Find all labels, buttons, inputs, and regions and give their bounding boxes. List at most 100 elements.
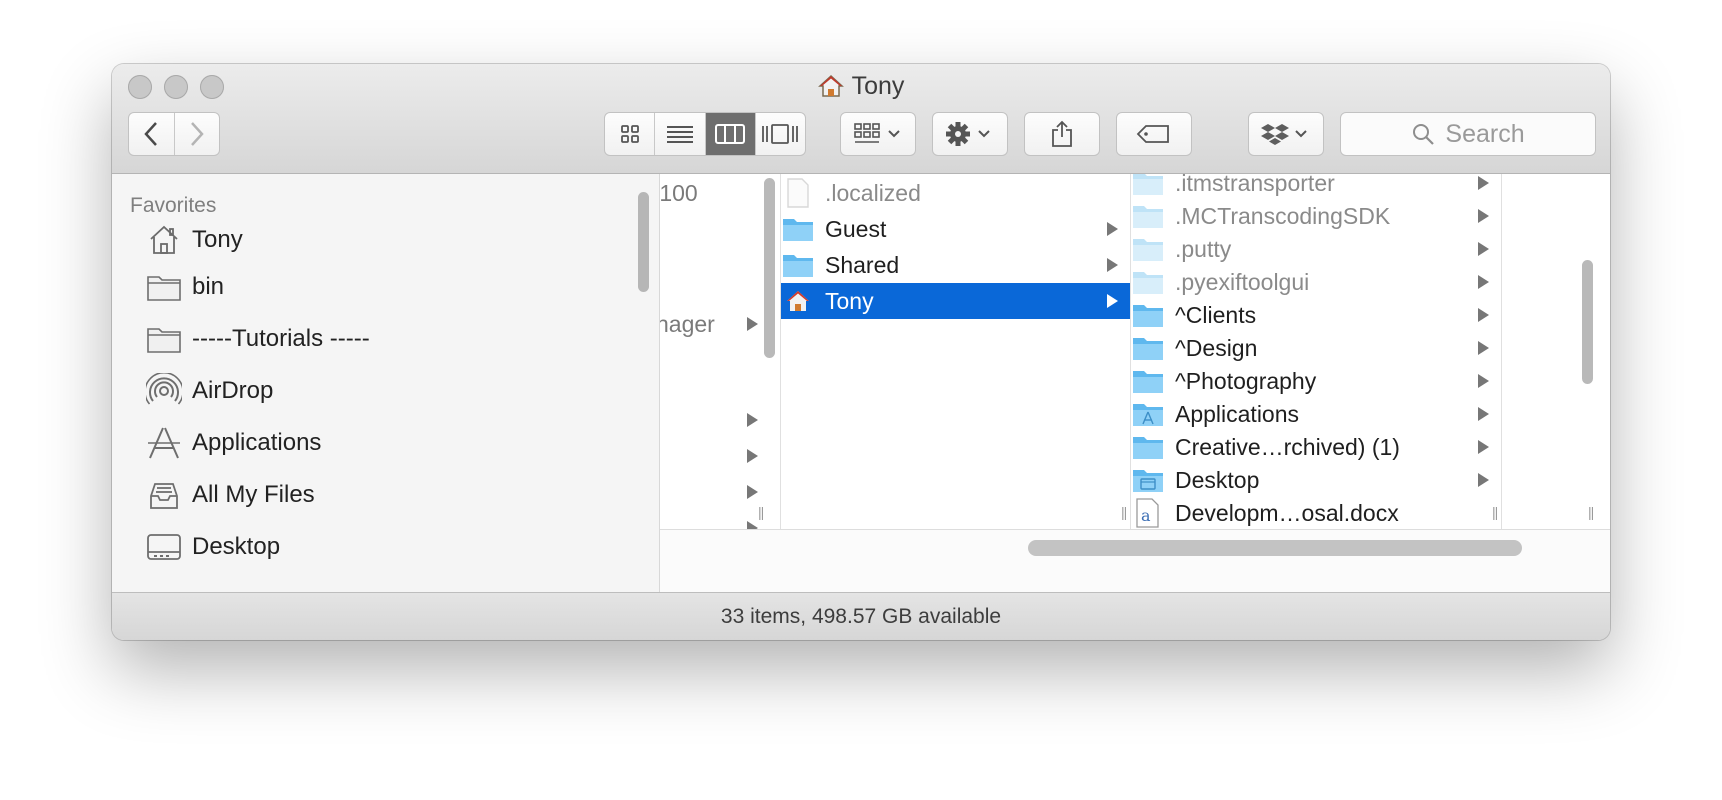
share-button[interactable] [1024, 112, 1100, 156]
list-item-label: .pyexiftoolgui [1175, 268, 1310, 295]
column-3-scrollbar[interactable] [1582, 260, 1593, 384]
view-switcher [604, 112, 806, 156]
disclosure-arrow-icon [1478, 374, 1489, 388]
list-item[interactable]: .putty [1131, 231, 1501, 267]
list-item-label: .localized [825, 179, 921, 206]
sidebar-item-label: All My Files [192, 481, 315, 508]
icon-view-button[interactable] [605, 113, 656, 155]
list-item[interactable]: Applications [1131, 396, 1501, 432]
sidebar-item-label: Tony [192, 226, 243, 253]
cover-flow-icon [762, 124, 799, 144]
disclosure-arrow-icon [1478, 341, 1489, 355]
horizontal-scroll-thumb[interactable] [1028, 540, 1522, 556]
finder-window: Tony Search Favorites Tony bin -----Tuto… [112, 64, 1610, 640]
list-item[interactable]: a Developm…osal.docx [1131, 495, 1501, 529]
folder-icon [1131, 368, 1165, 394]
column-view-button[interactable] [705, 113, 756, 155]
sidebar-item-all-my-files[interactable]: All My Files [146, 472, 315, 518]
list-view-button[interactable] [655, 113, 706, 155]
list-item-selected[interactable]: Tony [781, 283, 1130, 319]
sidebar-item-applications[interactable]: Applications [146, 420, 321, 466]
grid-icon [620, 125, 639, 143]
list-item[interactable]: .localized [781, 175, 1130, 211]
disclosure-arrow-icon [747, 449, 758, 463]
list-item[interactable]: ^Photography [1131, 363, 1501, 399]
disclosure-arrow-icon [747, 413, 758, 427]
disclosure-arrow-icon [1478, 275, 1489, 289]
list-item[interactable] [660, 510, 770, 529]
arrange-button[interactable] [840, 112, 916, 156]
horizontal-scrollbar [660, 529, 1610, 592]
list-item[interactable]: .MCTranscodingSDK [1131, 198, 1501, 234]
list-item[interactable] [660, 402, 770, 438]
list-item[interactable]: .pyexiftoolgui [1131, 264, 1501, 300]
dropbox-button[interactable] [1248, 112, 1324, 156]
status-text: 33 items, 498.57 GB available [720, 605, 1002, 628]
search-field[interactable]: Search [1340, 112, 1596, 156]
list-item[interactable]: V100 [660, 175, 770, 211]
list-item[interactable]: .itmstransporter [1131, 174, 1501, 201]
home-icon [146, 222, 182, 258]
home-icon [817, 74, 844, 105]
column-resize-handle[interactable]: || [1492, 504, 1498, 520]
cover-flow-view-button[interactable] [756, 113, 805, 155]
list-item[interactable]: Desktop [1131, 462, 1501, 498]
disclosure-arrow-icon [1478, 308, 1489, 322]
action-button[interactable] [932, 112, 1008, 156]
svg-text:a: a [1141, 506, 1151, 525]
list-item[interactable]: ^Clients [1131, 297, 1501, 333]
share-icon [1052, 120, 1072, 147]
word-document-icon: a [1131, 498, 1165, 528]
sidebar-item-label: bin [192, 273, 225, 300]
forward-button[interactable] [175, 113, 220, 155]
disclosure-arrow-icon [1478, 209, 1489, 223]
column-resize-handle[interactable]: || [1588, 504, 1594, 520]
column-resize-handle[interactable]: || [1121, 504, 1127, 520]
folder-icon [1131, 434, 1165, 460]
sidebar-item-label: -----Tutorials ----- [192, 325, 370, 352]
sidebar-item-desktop[interactable]: Desktop [146, 524, 280, 570]
list-item[interactable]: Creative…rchived) (1) [1131, 429, 1501, 465]
column-divider [1501, 174, 1502, 529]
list-icon [666, 126, 693, 143]
list-item-label: V100 [660, 179, 698, 206]
list-item[interactable]: Shared [781, 247, 1130, 283]
disclosure-arrow-icon [1478, 440, 1489, 454]
tag-icon [1136, 125, 1169, 143]
sidebar-item-tony[interactable]: Tony [146, 217, 243, 263]
back-button[interactable] [129, 113, 175, 155]
folder-icon [1131, 335, 1165, 361]
sidebar-scrollbar[interactable] [638, 192, 649, 292]
window-title-text: Tony [851, 72, 905, 100]
sidebar-item-label: Applications [192, 429, 322, 456]
folder-icon [1131, 203, 1165, 229]
list-item[interactable]: ^Design [1131, 330, 1501, 366]
sidebar: Favorites Tony bin -----Tutorials ----- … [112, 174, 660, 592]
disclosure-arrow-icon [1478, 473, 1489, 487]
disclosure-arrow-icon [747, 317, 758, 331]
folder-icon [146, 321, 182, 357]
list-item-label: Tony [825, 287, 874, 314]
list-item-label: Developm…osal.docx [1175, 499, 1399, 526]
sidebar-item-tutorials[interactable]: -----Tutorials ----- [146, 316, 370, 362]
list-item[interactable] [660, 474, 770, 510]
sidebar-item-airdrop[interactable]: AirDrop [146, 368, 273, 414]
all-files-icon [146, 477, 182, 513]
list-item[interactable]: nager [660, 306, 770, 342]
folder-icon [1131, 269, 1165, 295]
arrange-icon [854, 123, 900, 143]
list-item[interactable]: Guest [781, 211, 1130, 247]
list-item[interactable] [660, 438, 770, 474]
chevron-left-icon [144, 122, 158, 146]
gear-icon [946, 122, 990, 146]
column-1-scrollbar[interactable] [764, 178, 775, 358]
column-resize-handle[interactable]: || [758, 504, 764, 520]
list-item-label: Guest [825, 215, 887, 242]
search-placeholder: Search [1445, 119, 1525, 148]
tags-button[interactable] [1116, 112, 1192, 156]
column-2: .localized Guest Shared Tony [781, 174, 1130, 529]
disclosure-arrow-icon [747, 521, 758, 529]
sidebar-item-bin[interactable]: bin [146, 264, 224, 310]
toolbar: Tony Search [112, 64, 1610, 174]
search-icon [1413, 124, 1435, 145]
